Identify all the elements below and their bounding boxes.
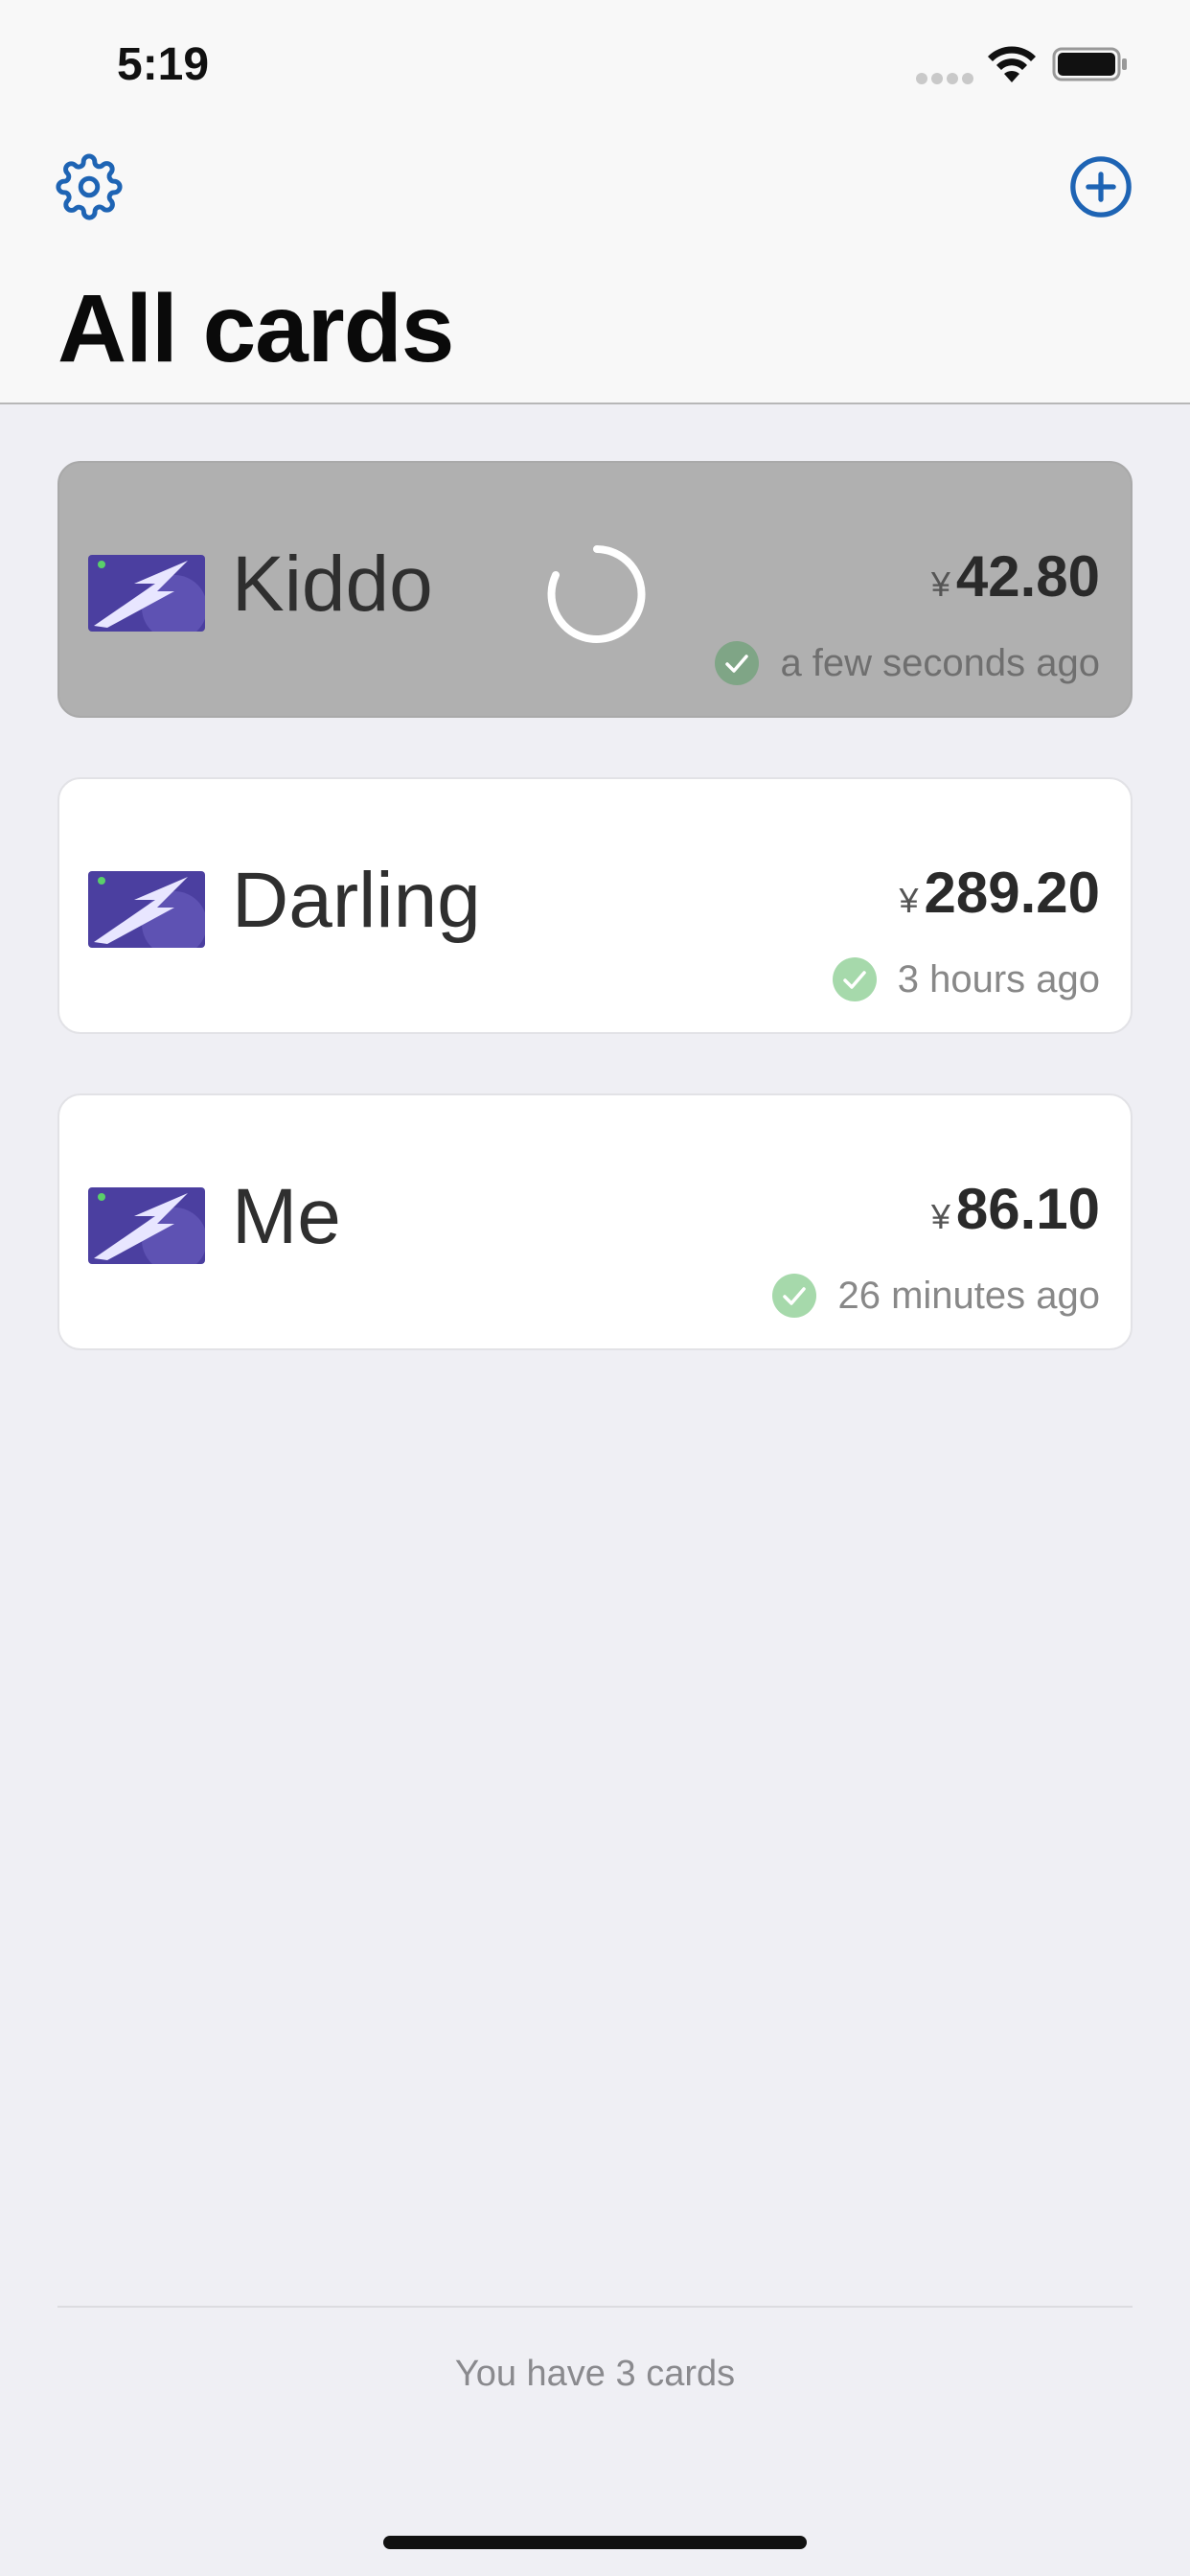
balance-amount: ¥86.10	[931, 1176, 1100, 1242]
check-circle-icon	[772, 1274, 817, 1318]
currency-symbol: ¥	[930, 564, 950, 604]
card-name: Kiddo	[232, 540, 433, 628]
card-name: Me	[232, 1173, 341, 1260]
balance-value: 86.10	[955, 1177, 1100, 1241]
card-kiddo[interactable]: Kiddo ¥42.80 a few seconds ago	[57, 461, 1133, 718]
card-me[interactable]: Me ¥86.10 26 minutes ago	[57, 1093, 1133, 1350]
balance-amount: ¥42.80	[931, 543, 1100, 610]
balance-value: 289.20	[924, 861, 1100, 925]
check-circle-icon	[832, 957, 877, 1001]
last-updated-text: 3 hours ago	[897, 957, 1100, 1000]
battery-icon	[1052, 47, 1127, 81]
plus-circle-icon[interactable]	[1067, 153, 1134, 220]
page-title: All cards	[57, 275, 454, 382]
last-updated: 26 minutes ago	[772, 1274, 1100, 1318]
status-bar-time: 5:19	[117, 39, 210, 90]
card-count-footer: You have 3 cards	[454, 2354, 736, 2394]
balance-amount: ¥289.20	[899, 860, 1100, 926]
gear-icon[interactable]	[56, 153, 123, 220]
transit-card-image	[88, 1187, 205, 1264]
card-darling[interactable]: Darling ¥289.20 3 hours ago	[57, 777, 1133, 1034]
last-updated-text: 26 minutes ago	[837, 1274, 1100, 1317]
transit-card-image	[88, 871, 205, 948]
transit-card-image	[88, 555, 205, 632]
spinner-icon	[547, 545, 646, 643]
currency-symbol: ¥	[899, 881, 919, 920]
last-updated: a few seconds ago	[715, 641, 1100, 685]
footer-divider	[57, 2306, 1133, 2308]
currency-symbol: ¥	[930, 1197, 950, 1236]
balance-value: 42.80	[955, 544, 1100, 609]
home-indicator[interactable]	[383, 2536, 807, 2549]
check-circle-icon	[715, 641, 760, 685]
last-updated-text: a few seconds ago	[780, 641, 1100, 684]
wifi-icon	[988, 46, 1036, 82]
navigation-header: 5:19 All cards	[0, 0, 1190, 404]
card-name: Darling	[232, 857, 481, 944]
last-updated: 3 hours ago	[832, 957, 1100, 1001]
cellular-signal-icon	[916, 73, 973, 84]
